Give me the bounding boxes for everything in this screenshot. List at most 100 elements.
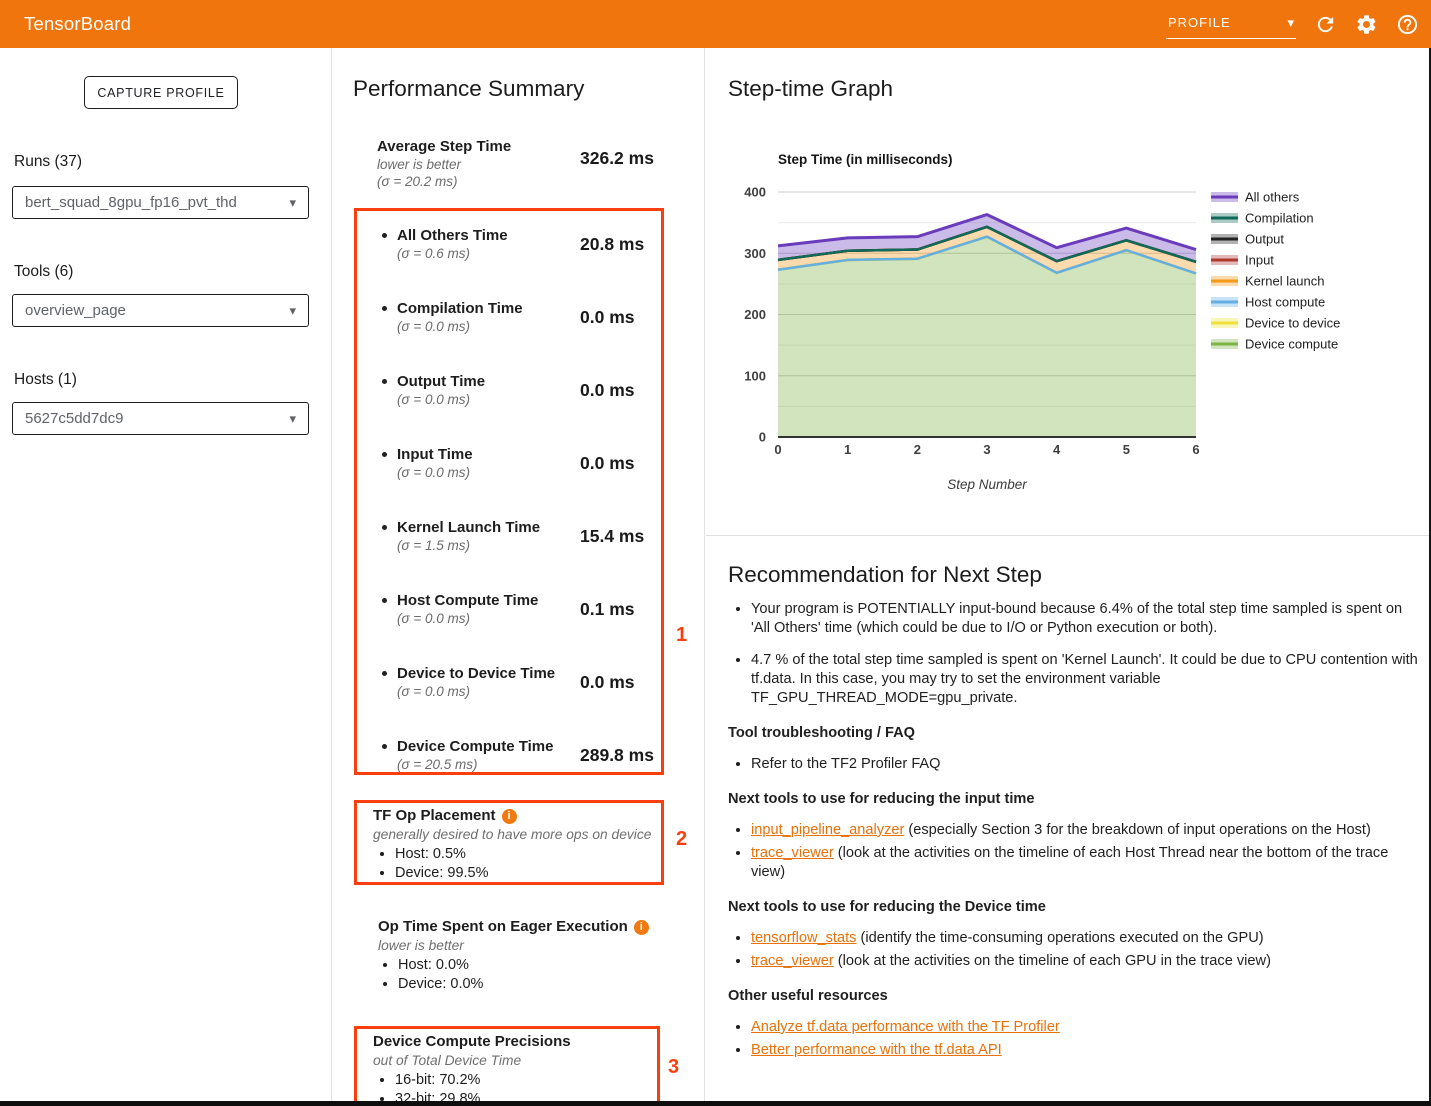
legend-label: Compilation — [1245, 211, 1314, 226]
dashboard-selector[interactable]: PROFILE ▾ — [1166, 9, 1296, 39]
chevron-down-icon: ▾ — [289, 411, 296, 427]
hosts-label: Hosts (1) — [14, 371, 77, 389]
metric-sigma: (σ = 20.5 ms) — [397, 756, 577, 773]
info-icon[interactable]: i — [502, 809, 517, 824]
dashboard-selector-value: PROFILE — [1168, 15, 1231, 30]
sidebar: CAPTURE PROFILE Runs (37) bert_squad_8gp… — [0, 48, 332, 1106]
runs-label: Runs (37) — [14, 153, 82, 171]
metric-sigma: (σ = 0.0 ms) — [397, 610, 577, 627]
metric-label: Kernel Launch Time — [397, 518, 577, 537]
list-item: tensorflow_stats (identify the time-cons… — [751, 929, 1418, 948]
header-actions: PROFILE ▾ — [1166, 9, 1431, 39]
y-tick-label: 400 — [744, 185, 766, 200]
y-tick-label: 300 — [744, 246, 766, 261]
bullet-icon — [382, 671, 387, 676]
bullet-icon — [382, 306, 387, 311]
list-item: Host: 0.5% — [395, 845, 661, 864]
list-item: Analyze tf.data performance with the TF … — [751, 1018, 1418, 1037]
step-time-graph-title: Step-time Graph — [728, 76, 893, 102]
list-item: Refer to the TF2 Profiler FAQ — [751, 755, 1418, 774]
bullet-icon — [382, 598, 387, 603]
help-button[interactable] — [1395, 12, 1419, 36]
faq-header: Tool troubleshooting / FAQ — [728, 724, 1418, 743]
device-tools-header: Next tools to use for reducing the Devic… — [728, 898, 1418, 917]
metric-row: Host Compute Time(σ = 0.0 ms) 0.1 ms — [357, 591, 661, 664]
window-edge-bottom — [0, 1101, 1431, 1106]
info-icon[interactable]: i — [634, 920, 649, 935]
x-tick-label: 4 — [1053, 442, 1061, 457]
app-title: TensorBoard — [24, 13, 131, 35]
hosts-select[interactable]: 5627c5dd7dc9 ▾ — [12, 402, 309, 435]
section-subtitle: lower is better — [378, 937, 678, 955]
x-tick-label: 1 — [844, 442, 851, 457]
section-title-text: TF Op Placement — [373, 806, 496, 826]
legend-label: Device to device — [1245, 316, 1340, 331]
section-items: Host: 0.5% Device: 99.5% — [373, 845, 661, 882]
input-pipeline-analyzer-link[interactable]: input_pipeline_analyzer — [751, 822, 904, 838]
metric-sigma: (σ = 0.0 ms) — [397, 683, 577, 700]
list-item: Device: 0.0% — [398, 975, 678, 994]
metric-value: 0.0 ms — [580, 307, 634, 328]
tfdata-profiler-link[interactable]: Analyze tf.data performance with the TF … — [751, 1019, 1060, 1035]
performance-summary-title: Performance Summary — [353, 76, 584, 102]
faq-items: Refer to the TF2 Profiler FAQ — [728, 755, 1418, 774]
legend-label: Output — [1245, 232, 1284, 247]
section-subtitle: generally desired to have more ops on de… — [373, 826, 661, 844]
list-item: 16-bit: 70.2% — [395, 1071, 657, 1090]
refresh-icon — [1314, 13, 1337, 36]
annotation-number-3: 3 — [668, 1056, 679, 1079]
metric-value: 0.1 ms — [580, 599, 634, 620]
metric-row: Device to Device Time(σ = 0.0 ms) 0.0 ms — [357, 664, 661, 737]
x-tick-label: 3 — [983, 442, 990, 457]
list-item: 4.7 % of the total step time sampled is … — [751, 651, 1418, 708]
metric-sigma: (σ = 1.5 ms) — [397, 537, 577, 554]
metric-label: Device Compute Time — [397, 737, 577, 756]
trace-viewer-link[interactable]: trace_viewer — [751, 845, 834, 861]
tensorboard-profile-page: TensorBoard PROFILE ▾ CAPTURE PROFILE Ru… — [0, 0, 1431, 1106]
legend-label: All others — [1245, 190, 1300, 205]
metric-label: Output Time — [397, 372, 577, 391]
step-time-graph-card: Step-time Graph 01002003004000123456Step… — [706, 48, 1431, 535]
list-item-text: (especially Section 3 for the breakdown … — [904, 822, 1370, 838]
chevron-down-icon: ▾ — [289, 303, 296, 319]
capture-profile-button[interactable]: CAPTURE PROFILE — [84, 76, 238, 109]
annotation-number-1: 1 — [676, 624, 687, 647]
metric-sigma: (σ = 0.0 ms) — [397, 464, 577, 481]
metric-label: Device to Device Time — [397, 664, 577, 683]
tfdata-api-link[interactable]: Better performance with the tf.data API — [751, 1042, 1002, 1058]
gear-icon — [1355, 13, 1378, 36]
metric-row: Output Time(σ = 0.0 ms) 0.0 ms — [357, 372, 661, 445]
device-tools-items: tensorflow_stats (identify the time-cons… — [728, 929, 1418, 971]
x-axis-label: Step Number — [947, 477, 1027, 492]
settings-button[interactable] — [1354, 12, 1378, 36]
annotation-number-2: 2 — [676, 828, 687, 851]
area-device-compute — [778, 237, 1196, 437]
recommendation-title: Recommendation for Next Step — [728, 562, 1418, 588]
resources-items: Analyze tf.data performance with the TF … — [728, 1018, 1418, 1060]
bullet-icon — [382, 379, 387, 384]
runs-select[interactable]: bert_squad_8gpu_fp16_pvt_thd ▾ — [12, 186, 309, 219]
chart-title: Step Time (in milliseconds) — [778, 152, 953, 167]
input-tools-items: input_pipeline_analyzer (especially Sect… — [728, 821, 1418, 882]
list-item-text: (identify the time-consuming operations … — [856, 930, 1263, 946]
step-time-chart: 01002003004000123456Step Time (in millis… — [706, 100, 1429, 532]
performance-summary-card: Performance Summary Average Step Time lo… — [333, 48, 705, 1106]
list-item-text: (look at the activities on the timeline … — [751, 845, 1388, 880]
metric-row: Input Time(σ = 0.0 ms) 0.0 ms — [357, 445, 661, 518]
resources-header: Other useful resources — [728, 987, 1418, 1006]
metric-value: 15.4 ms — [580, 526, 644, 547]
y-tick-label: 0 — [759, 430, 766, 445]
tools-select[interactable]: overview_page ▾ — [12, 294, 309, 327]
metric-label: All Others Time — [397, 226, 577, 245]
tensorflow-stats-link[interactable]: tensorflow_stats — [751, 930, 856, 946]
reload-button[interactable] — [1313, 12, 1337, 36]
bullet-icon — [382, 744, 387, 749]
section-subtitle: out of Total Device Time — [373, 1052, 657, 1070]
runs-select-value: bert_squad_8gpu_fp16_pvt_thd — [25, 194, 237, 211]
metric-value: 0.0 ms — [580, 380, 634, 401]
tools-label: Tools (6) — [14, 263, 73, 281]
x-tick-label: 0 — [774, 442, 781, 457]
x-tick-label: 6 — [1192, 442, 1199, 457]
list-item: trace_viewer (look at the activities on … — [751, 952, 1418, 971]
trace-viewer-link[interactable]: trace_viewer — [751, 953, 834, 969]
